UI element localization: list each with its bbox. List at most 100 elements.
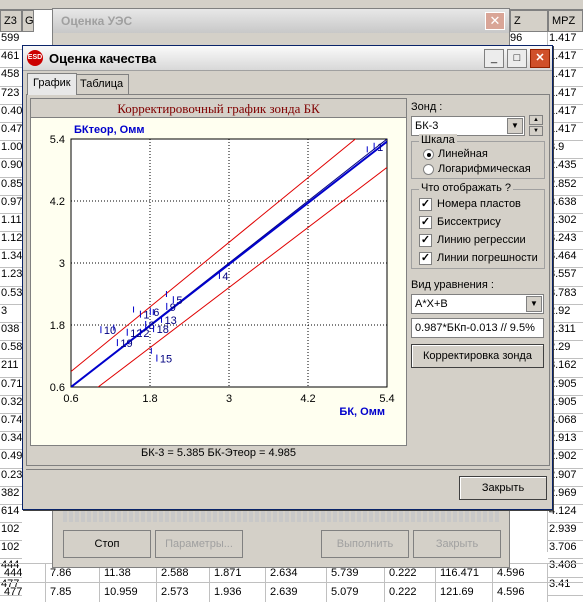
table-cell[interactable]: 2.573: [157, 583, 210, 602]
table-cell[interactable]: 0.40: [0, 105, 22, 123]
checkbox-regression[interactable]: ✓: [419, 234, 432, 247]
table-cell[interactable]: 3.557: [548, 268, 583, 287]
table-cell[interactable]: 102: [0, 541, 22, 560]
table-cell[interactable]: 3.068: [548, 414, 583, 433]
table-cell[interactable]: 2.311: [548, 323, 583, 342]
table-cell[interactable]: 7.85: [46, 583, 100, 602]
table-cell[interactable]: 0.47: [0, 123, 22, 142]
table-cell[interactable]: 1.417: [548, 87, 583, 105]
table-row[interactable]: 477 7.85 10.959 2.573 1.936 2.639 5.079 0.222 12…: [0, 582, 583, 602]
spin-down-icon[interactable]: ▼: [529, 126, 543, 136]
chevron-down-icon[interactable]: ▼: [507, 118, 523, 134]
table-cell[interactable]: 1.417: [548, 50, 583, 69]
table-cell[interactable]: 1.12: [0, 232, 22, 251]
column-header-z[interactable]: Z: [510, 10, 548, 32]
table-cell[interactable]: 458: [0, 68, 22, 87]
parameters-button[interactable]: Параметры...: [155, 530, 243, 558]
table-cell[interactable]: 2.302: [548, 214, 583, 233]
close-icon[interactable]: ✕: [485, 12, 505, 30]
table-cell[interactable]: 1.936: [210, 583, 266, 602]
checkbox-bisector[interactable]: ✓: [419, 216, 432, 229]
table-cell[interactable]: 723: [0, 87, 22, 105]
correct-zond-button[interactable]: Корректировка зонда: [411, 344, 544, 368]
bg-close-button[interactable]: Закрыть: [413, 530, 501, 558]
table-cell[interactable]: 2.29: [548, 341, 583, 360]
table-cell[interactable]: 0.85: [0, 178, 22, 196]
table-cell[interactable]: 0.58: [0, 341, 22, 360]
checkbox-errors[interactable]: ✓: [419, 252, 432, 265]
column-header-z3[interactable]: Z3: [0, 10, 22, 32]
equation-select[interactable]: A*X+B ▼: [411, 294, 544, 314]
table-cell[interactable]: 3.783: [548, 287, 583, 305]
table-cell[interactable]: 0.23: [0, 469, 22, 487]
table-cell[interactable]: 0.90: [0, 159, 22, 178]
table-cell[interactable]: 96: [510, 32, 547, 44]
table-cell[interactable]: 3: [0, 305, 22, 323]
close-button[interactable]: Закрыть: [459, 476, 547, 500]
table-cell[interactable]: 0.71: [0, 378, 22, 396]
table-cell[interactable]: 1.00: [0, 141, 22, 160]
execute-button[interactable]: Выполнить: [321, 530, 409, 558]
zond-select[interactable]: БК-3 ▼: [411, 116, 525, 136]
table-cell[interactable]: 3.243: [548, 232, 583, 251]
table-cell[interactable]: 0.34: [0, 432, 22, 451]
chevron-down-icon[interactable]: ▼: [526, 296, 542, 312]
table-cell[interactable]: 3.464: [548, 250, 583, 269]
table-cell[interactable]: 10.959: [100, 583, 157, 602]
tab-graph[interactable]: График: [27, 73, 77, 95]
maximize-icon[interactable]: □: [507, 49, 527, 68]
table-cell[interactable]: 0.53: [0, 287, 22, 305]
table-cell[interactable]: 1.417: [548, 68, 583, 87]
table-cell[interactable]: 5.079: [327, 583, 385, 602]
close-icon[interactable]: ✕: [530, 49, 550, 68]
table-cell[interactable]: 2.639: [266, 583, 327, 602]
stop-button[interactable]: Стоп: [63, 530, 151, 558]
table-cell[interactable]: 211: [0, 359, 22, 378]
column-header-mpz[interactable]: MPZ: [548, 10, 583, 32]
table-cell[interactable]: 121.69: [436, 583, 493, 602]
table-cell[interactable]: 0.32: [0, 396, 22, 414]
table-cell[interactable]: 3.162: [548, 359, 583, 378]
radio-linear[interactable]: [423, 149, 434, 160]
checkbox-numbers[interactable]: ✓: [419, 198, 432, 211]
table-cell[interactable]: 2.902: [548, 450, 583, 469]
table-cell[interactable]: 4.124: [548, 505, 583, 524]
table-cell[interactable]: 382: [0, 487, 22, 505]
minimize-icon[interactable]: _: [484, 49, 504, 68]
table-cell[interactable]: 2.852: [548, 178, 583, 196]
formula-field[interactable]: 0.987*БКп-0.013 // 9.5%: [411, 318, 544, 338]
table-cell[interactable]: 0.222: [385, 583, 436, 602]
table-cell[interactable]: 1.34: [0, 250, 22, 269]
table-cell[interactable]: 2.435: [548, 159, 583, 178]
table-cell[interactable]: 1.23: [0, 268, 22, 287]
table-cell[interactable]: 038: [0, 323, 22, 342]
table-cell[interactable]: 2.905: [548, 396, 583, 414]
table-cell[interactable]: 599: [0, 32, 22, 51]
table-cell[interactable]: 614: [0, 505, 22, 524]
table-cell[interactable]: 2.913: [548, 432, 583, 451]
table-cell[interactable]: 1.11: [0, 214, 22, 233]
table-cell[interactable]: 2.92: [548, 305, 583, 323]
table-cell[interactable]: 4.596: [493, 583, 548, 602]
table-cell[interactable]: 3.638: [548, 196, 583, 214]
spin-up-icon[interactable]: ▲: [529, 115, 543, 125]
table-cell[interactable]: 2.905: [548, 378, 583, 396]
table-cell[interactable]: 0.49: [0, 450, 22, 469]
table-cell[interactable]: 0.97: [0, 196, 22, 214]
table-cell[interactable]: 3.9: [548, 141, 583, 160]
table-cell[interactable]: 461: [0, 50, 22, 69]
column-header-g[interactable]: G: [22, 10, 34, 32]
radio-log[interactable]: [423, 164, 434, 175]
table-cell[interactable]: 477: [0, 583, 46, 602]
table-cell[interactable]: 2.969: [548, 487, 583, 505]
table-cell[interactable]: 3.706: [548, 541, 583, 560]
table-cell[interactable]: 2.939: [548, 523, 583, 542]
table-cell[interactable]: 2.907: [548, 469, 583, 487]
tab-table[interactable]: Таблица: [74, 74, 130, 94]
table-cell[interactable]: 444: [0, 564, 46, 583]
table-cell[interactable]: 102: [0, 523, 22, 542]
table-cell[interactable]: 1.417: [548, 105, 583, 123]
table-cell[interactable]: 0.74: [0, 414, 22, 433]
table-cell[interactable]: 1.417: [548, 123, 583, 142]
table-cell[interactable]: 1.417: [548, 32, 583, 51]
